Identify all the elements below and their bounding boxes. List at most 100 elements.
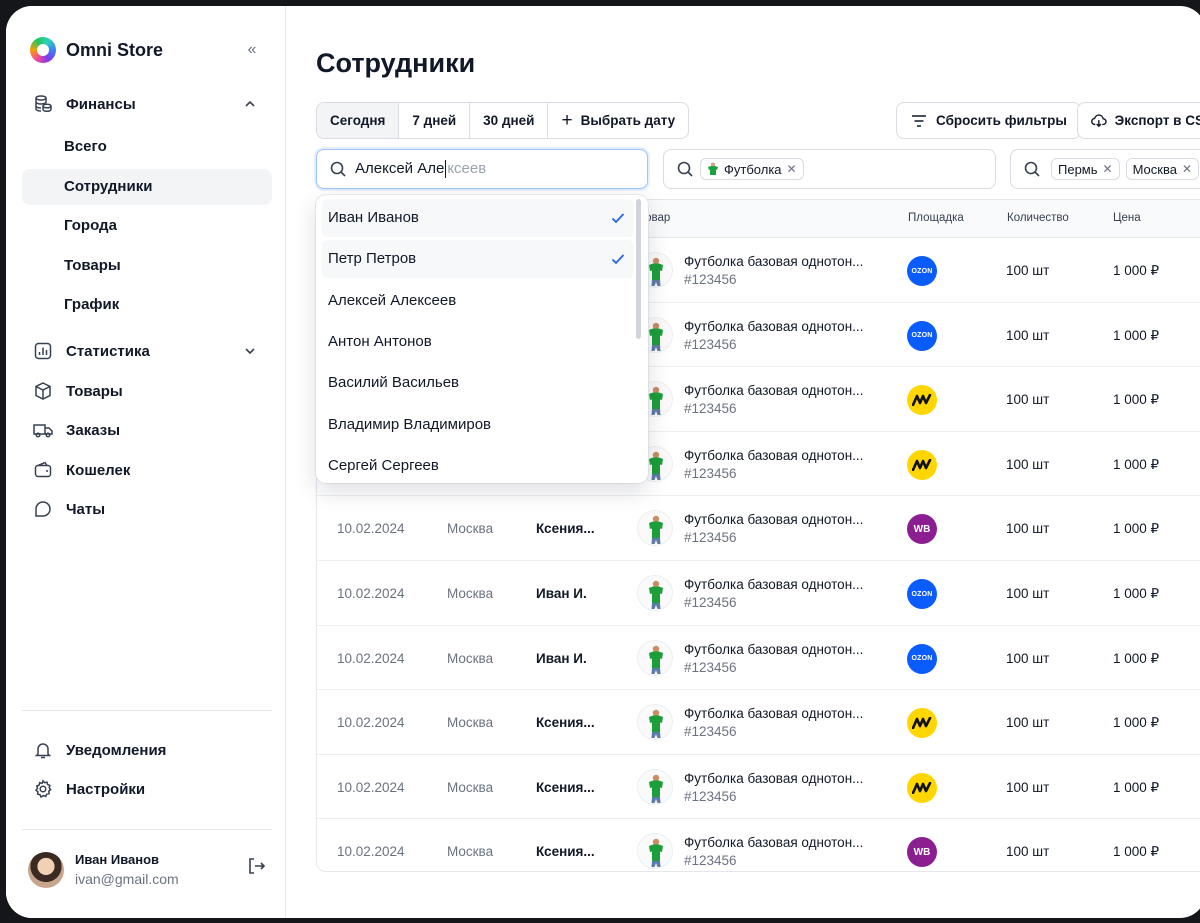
reset-filters-button[interactable]: Сбросить фильтры [896, 102, 1081, 139]
sidebar-item-statistics[interactable]: Статистика [22, 333, 272, 369]
pick-date-label: Выбрать дату [580, 113, 676, 128]
collapse-sidebar-icon[interactable]: « [242, 40, 262, 60]
pick-date-button[interactable]: + Выбрать дату [548, 103, 688, 138]
sidebar-subitem-products[interactable]: Товары [22, 248, 272, 284]
yandex-market-logo-icon [907, 772, 937, 803]
table-row[interactable]: 10.02.2024 Москва Иван И. Футболка базовая … [317, 626, 1200, 691]
user-profile[interactable]: Иван Иванов ivan@gmail.com [28, 850, 268, 890]
brand[interactable]: Omni Store [30, 36, 163, 64]
table-row[interactable]: 10.02.2024 Москва Ксения... Футболка базова… [317, 496, 1200, 561]
column-header-quantity[interactable]: Количество [1007, 212, 1069, 224]
sidebar-subitem-chart[interactable]: График [22, 287, 272, 323]
table-row[interactable]: 10.02.2024 Москва Ксения... Футболка базова… [317, 819, 1200, 871]
dropdown-option[interactable]: Сергей Сергеев [322, 447, 634, 483]
period-today-button[interactable]: Сегодня [317, 103, 400, 138]
cell-quantity: 100 шт [1006, 456, 1050, 472]
cell-city: Москва [447, 586, 494, 601]
period-7-days-button[interactable]: 7 дней [399, 103, 471, 138]
sidebar-item-notifications[interactable]: Уведомления [22, 732, 272, 768]
option-label: Алексей Алексеев [328, 291, 457, 309]
city-chip[interactable]: Пермь ✕ [1051, 158, 1120, 180]
column-header-marketplace[interactable]: Площадка [908, 212, 964, 224]
sidebar-subitem-cities[interactable]: Города [22, 208, 272, 244]
dropdown-scrollbar[interactable] [636, 199, 641, 339]
avatar [28, 852, 64, 888]
export-csv-label: Экспорт в CSV [1114, 113, 1200, 128]
box-icon [32, 380, 54, 402]
cell-city: Москва [447, 715, 494, 731]
sidebar-item-wallet[interactable]: Кошелек [22, 452, 272, 488]
cell-date: 10.02.2024 [337, 521, 405, 537]
period-30-days-button[interactable]: 30 дней [470, 103, 549, 138]
chip-remove-icon[interactable]: ✕ [1182, 162, 1192, 176]
sidebar-item-products[interactable]: Товары [22, 373, 272, 409]
cloud-download-icon [1091, 113, 1107, 127]
reset-filters-label: Сбросить фильтры [936, 113, 1067, 128]
dropdown-option[interactable]: Владимир Владимиров [322, 406, 634, 444]
chevron-down-icon[interactable] [242, 343, 258, 359]
gear-icon [32, 778, 54, 800]
ozon-logo-icon: OZON [907, 320, 937, 351]
sidebar-item-settings[interactable]: Настройки [22, 771, 272, 807]
sidebar-item-chats[interactable]: Чаты [22, 491, 272, 527]
cell-product-name: Футболка базовая однотон... [684, 770, 864, 786]
cell-date: 10.02.2024 [337, 586, 405, 601]
cell-city: Москва [447, 844, 494, 860]
yandex-market-mark [912, 781, 932, 794]
chip-remove-icon[interactable]: ✕ [1103, 162, 1113, 176]
tshirt-icon [708, 162, 718, 175]
dropdown-option[interactable]: Антон Антонов [322, 323, 634, 361]
option-label: Сергей Сергеев [328, 456, 439, 474]
bell-icon [32, 739, 54, 761]
city-filter-input[interactable]: Пермь ✕ Москва ✕ [1010, 149, 1200, 189]
cell-product-sku: #123456 [684, 788, 737, 804]
sidebar-item-finance[interactable]: Финансы [22, 86, 272, 122]
sidebar-item-orders[interactable]: Заказы [22, 412, 272, 448]
chevron-up-icon[interactable] [242, 96, 258, 112]
table-row[interactable]: 10.02.2024 Москва Ксения... Футболка базова… [317, 755, 1200, 820]
chip-label: Москва [1132, 161, 1177, 177]
dropdown-option[interactable]: Алексей Алексеев [322, 282, 634, 320]
employee-search-input[interactable]: Алексей Але ксеев [316, 149, 648, 189]
sidebar-subitem-total[interactable]: Всего [22, 129, 272, 165]
marketplace-logo-text: OZON [911, 655, 933, 663]
chip-remove-icon[interactable]: ✕ [787, 162, 797, 176]
option-label: Василий Васильев [328, 374, 460, 392]
city-chip[interactable]: Москва ✕ [1125, 158, 1200, 180]
table-row[interactable]: 10.02.2024 Москва Иван И. Футболка базовая … [317, 561, 1200, 626]
export-csv-button[interactable]: Экспорт в CSV [1077, 102, 1200, 139]
dropdown-option[interactable]: Иван Иванов [322, 199, 634, 237]
column-header-price[interactable]: Цена [1113, 212, 1141, 224]
cell-quantity: 100 шт [1006, 715, 1050, 731]
sidebar-item-label: Финансы [66, 95, 136, 113]
sidebar-item-label: Статистика [66, 342, 150, 360]
option-label: Антон Антонов [328, 332, 432, 350]
product-chip[interactable]: Футболка ✕ [700, 158, 804, 180]
cell-quantity: 100 шт [1006, 392, 1050, 408]
cell-product-sku: #123456 [684, 465, 737, 481]
wallet-icon [32, 459, 54, 481]
logout-icon[interactable] [246, 856, 266, 876]
option-label: Петр Петров [328, 250, 417, 268]
cell-employee: Ксения... [536, 779, 595, 795]
employee-dropdown: Иван Иванов Петр Петров Алексей Алексеев Ан… [316, 195, 648, 483]
employee-search-value: Алексей Але ксеев [355, 160, 486, 179]
dropdown-option[interactable]: Петр Петров [322, 240, 634, 279]
sidebar-subitem-employees[interactable]: Сотрудники [22, 169, 272, 205]
cell-quantity: 100 шт [1006, 327, 1050, 343]
coins-icon [32, 93, 54, 115]
cell-quantity: 100 шт [1006, 844, 1050, 860]
sidebar-divider [22, 710, 272, 711]
sidebar-divider [22, 829, 272, 830]
cell-price: 1 000 ₽ [1113, 456, 1160, 472]
search-icon [677, 161, 693, 177]
cell-date: 10.02.2024 [337, 715, 405, 731]
cell-product-name: Футболка базовая однотон... [684, 254, 864, 269]
product-thumbnail [637, 833, 673, 870]
table-row[interactable]: 10.02.2024 Москва Ксения... Футболка базова… [317, 690, 1200, 755]
cell-product-name: Футболка базовая однотон... [684, 641, 864, 657]
sidebar-item-label: Кошелек [66, 461, 131, 479]
dropdown-option[interactable]: Василий Васильев [322, 364, 634, 402]
product-filter-input[interactable]: Футболка ✕ [663, 149, 996, 189]
sidebar-item-label: Товары [66, 382, 123, 400]
